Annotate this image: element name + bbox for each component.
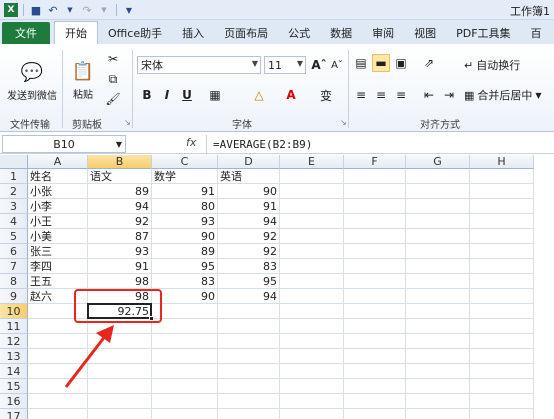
name-box[interactable]: B10 ▼ bbox=[2, 135, 126, 153]
group-font-label: 字体 bbox=[232, 120, 252, 131]
annotation-arrow bbox=[64, 325, 114, 388]
tab-office-helper[interactable]: Office助手 bbox=[98, 22, 172, 44]
arrow-head bbox=[96, 325, 114, 343]
ribbon: 💬 发送到微信 文件传输 📋 粘贴 ✂ ⧉ 🖌 剪贴板 ↘ 宋体 ▼ 11 ▼ … bbox=[0, 44, 554, 132]
group-file-transfer-label: 文件传输 bbox=[10, 120, 50, 131]
increase-indent-icon[interactable]: ⇥ bbox=[440, 86, 458, 104]
decrease-indent-icon[interactable]: ⇤ bbox=[420, 86, 438, 104]
align-right-icon[interactable]: ≡ bbox=[392, 86, 410, 104]
cut-icon[interactable]: ✂ bbox=[104, 50, 122, 68]
format-painter-icon[interactable]: 🖌 bbox=[104, 90, 122, 108]
copy-icon[interactable]: ⧉ bbox=[104, 70, 122, 88]
quick-access-toolbar: X ■ ↶ ▼ ↷ ▼ ▼ bbox=[4, 2, 136, 18]
wechat-icon: 💬 bbox=[20, 62, 44, 83]
dropdown-icon[interactable]: ▼ bbox=[63, 3, 77, 17]
font-launcher-icon[interactable]: ↘ bbox=[340, 118, 347, 127]
formula-bar: B10 ▼ fx =AVERAGE(B2:B9) bbox=[0, 134, 554, 154]
bold-button[interactable]: B bbox=[138, 86, 156, 104]
font-name-select[interactable]: 宋体 ▼ bbox=[137, 56, 261, 74]
align-bottom-icon[interactable]: ▣ bbox=[392, 54, 410, 72]
paste-button[interactable]: 📋 粘贴 bbox=[66, 48, 100, 110]
italic-button[interactable]: I bbox=[158, 86, 176, 104]
chevron-down-icon: ▼ bbox=[251, 59, 258, 68]
arrow-shaft bbox=[64, 334, 108, 388]
tab-insert[interactable]: 插入 bbox=[172, 22, 214, 44]
wrap-text-button[interactable]: ↵ 自动换行 bbox=[464, 56, 520, 74]
font-size-select[interactable]: 11 ▼ bbox=[264, 56, 306, 74]
excel-icon: X bbox=[4, 3, 18, 17]
tab-formulas[interactable]: 公式 bbox=[278, 22, 320, 44]
group-divider bbox=[62, 50, 63, 128]
chevron-down-icon: ▼ bbox=[535, 90, 542, 100]
paste-label: 粘贴 bbox=[73, 89, 93, 101]
toolbar-divider bbox=[116, 4, 117, 16]
border-icon[interactable]: ▦ bbox=[206, 86, 224, 104]
font-color-icon[interactable]: A bbox=[282, 86, 300, 104]
redo-icon[interactable]: ↷ bbox=[80, 3, 94, 17]
tab-view[interactable]: 视图 bbox=[404, 22, 446, 44]
spreadsheet-grid[interactable]: A B C D E F G H 1 姓名 语文 数学 英语 2 小张 89 91 90 3 小李 94 80 91 4 小王 92… bbox=[0, 155, 554, 419]
font-name-value: 宋体 bbox=[141, 59, 163, 72]
group-divider bbox=[348, 50, 349, 128]
align-center-icon[interactable]: ≡ bbox=[372, 86, 390, 104]
clipboard-icon: 📋 bbox=[71, 61, 95, 82]
tab-more[interactable]: 百 bbox=[521, 22, 552, 44]
chevron-down-icon: ▼ bbox=[115, 139, 122, 149]
fill-color-icon[interactable]: △ bbox=[250, 86, 268, 104]
insert-function-icon[interactable]: fx bbox=[186, 136, 196, 149]
wrap-text-label: 自动换行 bbox=[476, 59, 521, 72]
group-clipboard-label: 剪贴板 bbox=[72, 120, 102, 131]
align-middle-icon[interactable]: ▬ bbox=[372, 54, 390, 72]
tab-home[interactable]: 开始 bbox=[54, 21, 98, 44]
orientation-icon[interactable]: ⇗ bbox=[420, 54, 438, 72]
group-alignment-label: 对齐方式 bbox=[420, 120, 460, 131]
undo-icon[interactable]: ↶ bbox=[46, 3, 60, 17]
merge-center-label: 合并后居中 bbox=[477, 89, 533, 102]
dropdown-icon[interactable]: ▼ bbox=[97, 3, 111, 17]
send-to-wechat-button[interactable]: 💬 发送到微信 bbox=[4, 50, 60, 110]
font-size-value: 11 bbox=[268, 58, 282, 72]
align-top-icon[interactable]: ▤ bbox=[352, 54, 370, 72]
tab-review[interactable]: 审阅 bbox=[362, 22, 404, 44]
group-divider bbox=[132, 50, 133, 128]
increase-font-icon[interactable]: Aˆ bbox=[310, 56, 328, 74]
merge-center-icon: ▦ bbox=[464, 88, 475, 102]
title-bar: X ■ ↶ ▼ ↷ ▼ ▼ 工作簿1 bbox=[0, 0, 554, 20]
customize-icon[interactable]: ▼ bbox=[122, 3, 136, 17]
save-icon[interactable]: ■ bbox=[29, 3, 43, 17]
underline-button[interactable]: U bbox=[178, 86, 196, 104]
wrap-text-icon: ↵ bbox=[464, 58, 474, 72]
name-box-value: B10 bbox=[53, 137, 75, 151]
toolbar-divider bbox=[23, 4, 24, 16]
chevron-down-icon: ▼ bbox=[296, 59, 303, 68]
send-to-wechat-label: 发送到微信 bbox=[7, 90, 57, 102]
clipboard-launcher-icon[interactable]: ↘ bbox=[124, 118, 131, 127]
tab-file[interactable]: 文件 bbox=[2, 22, 50, 44]
window-title: 工作簿1 bbox=[510, 5, 550, 18]
merge-center-button[interactable]: ▦ 合并后居中 ▼ bbox=[464, 86, 542, 104]
align-left-icon[interactable]: ≡ bbox=[352, 86, 370, 104]
tab-pdf-tools[interactable]: PDF工具集 bbox=[446, 22, 520, 44]
ribbon-tabs: 文件 开始 Office助手 插入 页面布局 公式 数据 审阅 视图 PDF工具… bbox=[0, 20, 554, 44]
tab-data[interactable]: 数据 bbox=[320, 22, 362, 44]
formula-input[interactable]: =AVERAGE(B2:B9) bbox=[206, 135, 552, 153]
tab-page-layout[interactable]: 页面布局 bbox=[214, 22, 278, 44]
decrease-font-icon[interactable]: Aˇ bbox=[328, 56, 346, 74]
phonetic-button[interactable]: 变 bbox=[316, 86, 336, 104]
